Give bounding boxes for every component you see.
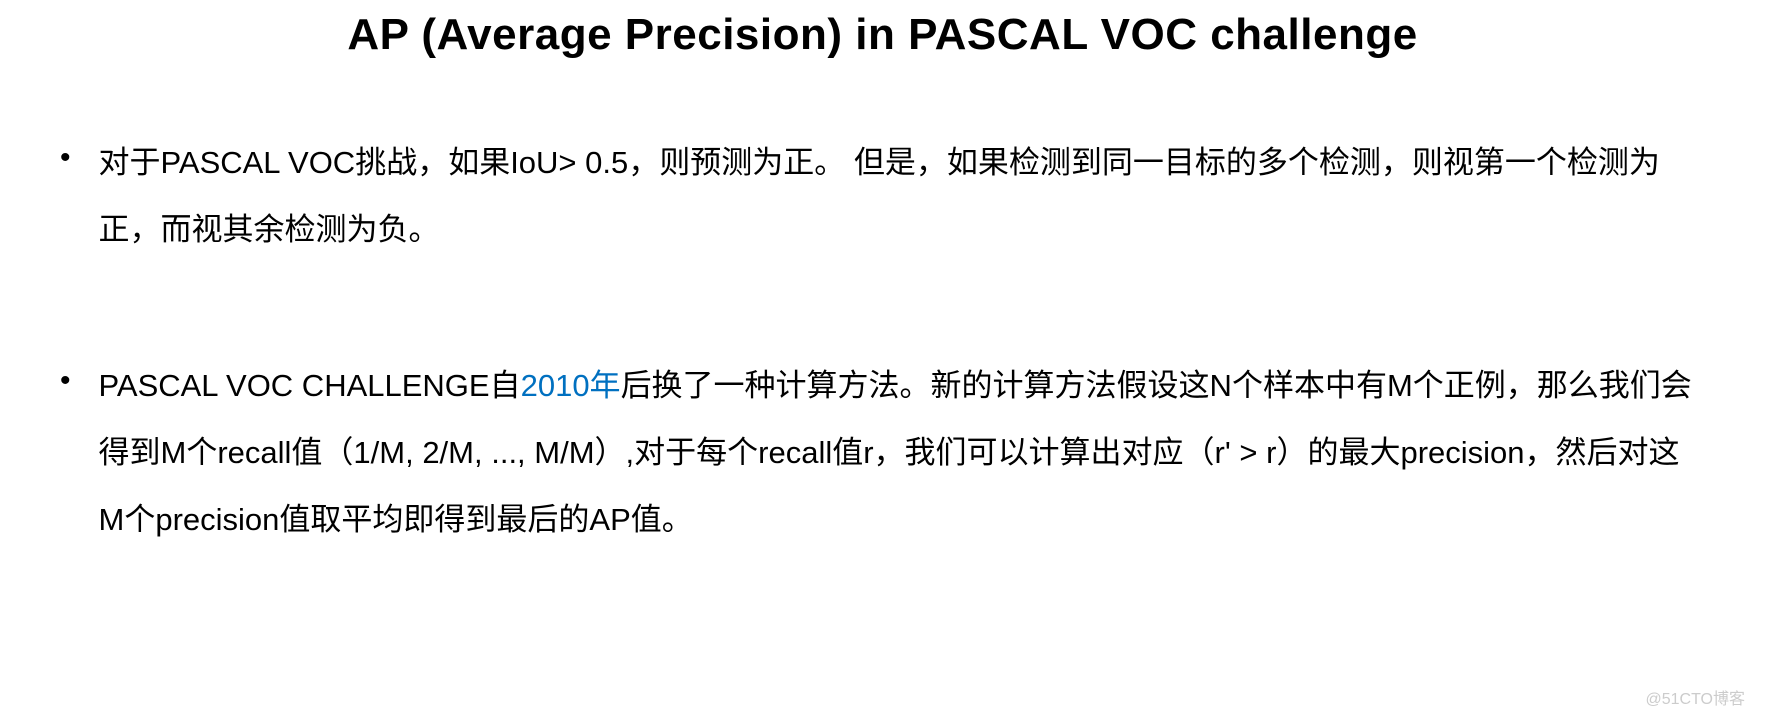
- slide-title: AP (Average Precision) in PASCAL VOC cha…: [60, 10, 1705, 60]
- bullet-1-part-0: 对于PASCAL VOC挑战，如果IoU> 0.5，则预测为正。 但是，如果检测…: [99, 145, 1660, 247]
- bullet-text-2: PASCAL VOC CHALLENGE自2010年后换了一种计算方法。新的计算…: [99, 353, 1705, 553]
- watermark: @51CTO博客: [1645, 685, 1745, 709]
- bullet-dot-icon: •: [60, 130, 71, 186]
- bullet-item-1: • 对于PASCAL VOC挑战，如果IoU> 0.5，则预测为正。 但是，如果…: [60, 130, 1705, 263]
- bullet-list: • 对于PASCAL VOC挑战，如果IoU> 0.5，则预测为正。 但是，如果…: [60, 130, 1705, 553]
- bullet-text-1: 对于PASCAL VOC挑战，如果IoU> 0.5，则预测为正。 但是，如果检测…: [99, 130, 1705, 263]
- bullet-item-2: • PASCAL VOC CHALLENGE自2010年后换了一种计算方法。新的…: [60, 353, 1705, 553]
- bullet-2-part-0: PASCAL VOC CHALLENGE自: [99, 368, 521, 403]
- bullet-dot-icon: •: [60, 353, 71, 409]
- bullet-2-highlight: 2010年: [521, 368, 621, 403]
